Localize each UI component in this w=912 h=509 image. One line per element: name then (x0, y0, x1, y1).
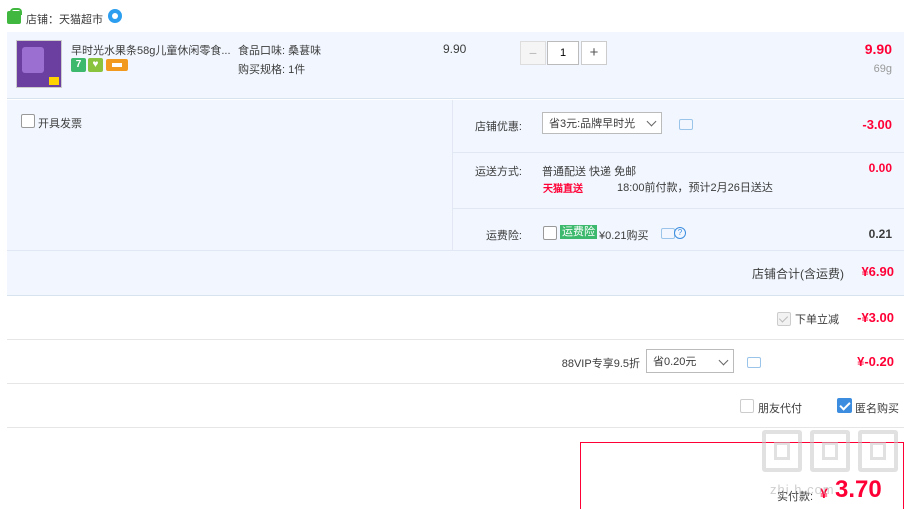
unit-price: 9.90 (443, 42, 467, 56)
shipping-method: 普通配送 快递 免邮 (542, 166, 637, 178)
discount-amount: -¥3.00 (857, 310, 894, 325)
store-header (0, 0, 912, 32)
vip-selected-value: 省0.20元 (653, 356, 697, 368)
watermark-logo (762, 430, 904, 474)
coupon-select[interactable]: 省3元:品牌早时光 (542, 112, 662, 134)
shipping-amount: 0.00 (868, 161, 892, 175)
store-total-value: ¥6.90 (861, 264, 894, 279)
chat-seller-icon[interactable] (108, 9, 122, 23)
invoice-checkbox[interactable] (21, 114, 35, 128)
message-icon[interactable] (747, 357, 761, 368)
watermark-text: zhi.h.com (770, 482, 835, 497)
anonymous-label[interactable]: 匿名购买 (855, 400, 899, 416)
message-icon[interactable] (661, 228, 675, 239)
insurance-badge: 运费险 (560, 225, 597, 239)
item-weight: 69g (873, 63, 892, 75)
options-separator (453, 208, 904, 209)
friend-pay-label[interactable]: 朋友代付 (758, 400, 802, 416)
row-divider (7, 427, 904, 428)
watermark-glyph (810, 430, 850, 472)
chevron-down-icon (646, 116, 657, 127)
shipping-eta: 18:00前付款，预计2月26日送达 (617, 182, 773, 194)
product-pack-image (22, 47, 44, 73)
quantity-decrease-button[interactable]: − (520, 41, 546, 65)
store-icon (7, 8, 22, 24)
chevron-down-icon (718, 355, 729, 366)
sku-spec: 购买规格: 1件 (238, 64, 306, 76)
insurance-checkbox[interactable] (543, 226, 557, 240)
options-separator (7, 250, 904, 251)
coupon-amount: -3.00 (862, 117, 892, 132)
message-icon[interactable] (679, 119, 693, 130)
store-total-label: 店铺合计(含运费) (752, 267, 844, 281)
shipping-label: 运送方式: (474, 166, 522, 178)
pay-amount: 3.70 (835, 476, 882, 503)
vip-amount: ¥-0.20 (857, 354, 894, 369)
item-title-link[interactable]: 早时光水果条58g儿童休闲零食... (71, 42, 231, 58)
discount-label: 下单立减 (795, 314, 839, 326)
insurance-label: 运费险: (485, 230, 522, 242)
friend-pay-checkbox[interactable] (740, 399, 754, 413)
invoice-label[interactable]: 开具发票 (38, 115, 82, 131)
item-thumbnail[interactable] (16, 40, 62, 88)
quantity-increase-button[interactable]: + (581, 41, 607, 65)
row-divider (7, 383, 904, 384)
tmall-direct-logo: 天猫直送 (543, 184, 583, 195)
vip-discount-select[interactable]: 省0.20元 (646, 349, 734, 373)
insurance-amount: 0.21 (868, 227, 892, 241)
item-total-price: 9.90 (864, 41, 892, 57)
discount-checkbox (777, 312, 791, 326)
store-name-link[interactable]: 店铺：天猫超市 (26, 11, 103, 27)
options-separator (453, 152, 904, 153)
coupon-selected-value: 省3元:品牌早时光 (549, 118, 636, 130)
row-divider (7, 339, 904, 340)
watermark-glyph (858, 430, 898, 472)
credit-card-icon[interactable] (106, 59, 128, 71)
seven-day-return-icon[interactable]: 7 (71, 58, 86, 72)
watermark-glyph (762, 430, 802, 472)
insurance-price: ¥0.21购买 (599, 230, 649, 242)
sku-flavor: 食品口味: 桑葚味 (238, 45, 322, 57)
coupon-label: 店铺优惠: (474, 121, 522, 133)
guarantee-icon[interactable]: ♥ (88, 58, 103, 72)
product-price-tag-image (49, 77, 59, 85)
quantity-input[interactable] (547, 41, 579, 65)
anonymous-checkbox[interactable] (837, 398, 852, 413)
vip-label: 88VIP专享9.5折 (561, 358, 640, 370)
help-icon[interactable]: ? (674, 227, 686, 239)
